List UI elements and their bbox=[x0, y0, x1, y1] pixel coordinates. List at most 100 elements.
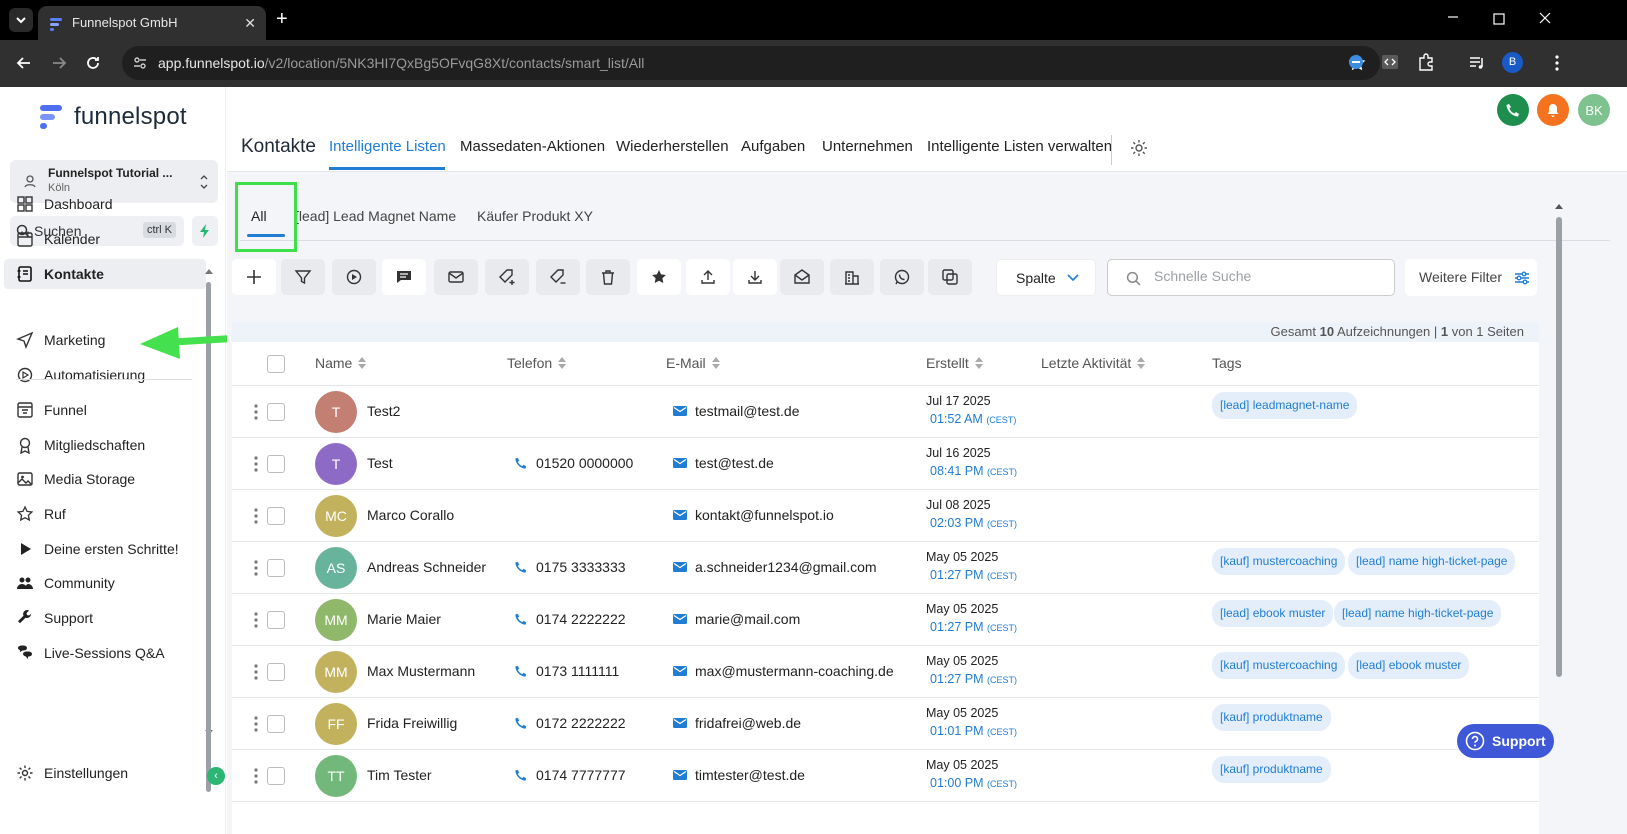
contact-email[interactable]: timtester@test.de bbox=[673, 767, 805, 783]
contact-name[interactable]: Max Mustermann bbox=[367, 663, 475, 679]
contact-name[interactable]: Tim Tester bbox=[367, 767, 432, 783]
table-row[interactable]: T Test2 testmail@test.de Jul 17 2025 01:52 A… bbox=[232, 386, 1539, 438]
sidebar-item-kalender[interactable]: Kalender bbox=[16, 224, 100, 254]
contact-phone[interactable]: 0174 2222222 bbox=[514, 611, 626, 627]
extension-code-icon[interactable] bbox=[1381, 53, 1399, 71]
row-checkbox[interactable] bbox=[267, 507, 285, 525]
column-header-name[interactable]: Name bbox=[315, 355, 367, 371]
smartlist-tab-kaeufer[interactable]: Käufer Produkt XY bbox=[477, 208, 593, 224]
sidebar-item-marketing[interactable]: Marketing bbox=[16, 325, 105, 355]
tag-chip[interactable]: [lead] ebook muster bbox=[1348, 652, 1470, 679]
export-button[interactable] bbox=[686, 259, 730, 295]
collapse-sidebar-button[interactable]: ‹ bbox=[207, 767, 225, 785]
contact-name[interactable]: Test2 bbox=[367, 403, 400, 419]
add-contact-button[interactable] bbox=[232, 259, 276, 295]
quick-search[interactable] bbox=[1107, 259, 1395, 296]
avatar[interactable]: MM bbox=[315, 599, 357, 641]
site-info-icon[interactable] bbox=[132, 55, 148, 71]
reload-icon[interactable] bbox=[83, 53, 103, 73]
column-select-button[interactable]: Spalte bbox=[996, 259, 1096, 296]
contact-phone[interactable]: 01520 0000000 bbox=[514, 455, 633, 471]
tag-chip[interactable]: [lead] leadmagnet-name bbox=[1212, 392, 1358, 419]
drag-handle-icon[interactable] bbox=[253, 611, 259, 629]
notifications-button[interactable] bbox=[1537, 94, 1569, 126]
tag-chip[interactable]: [kauf] mustercoaching bbox=[1212, 548, 1346, 575]
extensions-puzzle-icon[interactable] bbox=[1416, 52, 1436, 72]
tab-close-icon[interactable]: ✕ bbox=[244, 15, 256, 32]
tag-chip[interactable]: [lead] ebook muster bbox=[1212, 600, 1334, 627]
browser-tab[interactable]: Funnelspot GmbH ✕ bbox=[38, 6, 266, 40]
row-checkbox[interactable] bbox=[267, 767, 285, 785]
sidebar-item-funnel[interactable]: Funnel bbox=[16, 395, 87, 425]
table-row[interactable]: AS Andreas Schneider 0175 3333333 a.schneid… bbox=[232, 542, 1539, 594]
tab-aufgaben[interactable]: Aufgaben bbox=[741, 138, 805, 155]
table-row[interactable]: FF Frida Freiwillig 0172 2222222 fridafrei@… bbox=[232, 698, 1539, 750]
more-menu-icon[interactable] bbox=[1547, 53, 1567, 73]
user-avatar[interactable]: BK bbox=[1578, 94, 1610, 126]
add-tag-button[interactable] bbox=[485, 259, 529, 295]
drag-handle-icon[interactable] bbox=[253, 663, 259, 681]
column-header-letzte-aktivitaet[interactable]: Letzte Aktivität bbox=[1041, 355, 1146, 371]
more-filters-button[interactable]: Weitere Filter bbox=[1405, 259, 1537, 296]
profile-avatar[interactable]: B bbox=[1502, 52, 1523, 73]
sidebar-item-live-sessions-q-a[interactable]: Live-Sessions Q&A bbox=[16, 638, 165, 668]
sidebar-item-dashboard[interactable]: Dashboard bbox=[16, 189, 113, 219]
contact-phone[interactable]: 0172 2222222 bbox=[514, 715, 626, 731]
table-row[interactable]: MC Marco Corallo kontakt@funnelspot.io Jul … bbox=[232, 490, 1539, 542]
contact-email[interactable]: marie@mail.com bbox=[673, 611, 800, 627]
contact-name[interactable]: Frida Freiwillig bbox=[367, 715, 457, 731]
phone-button[interactable] bbox=[1497, 94, 1529, 126]
maximize-button[interactable] bbox=[1492, 12, 1506, 26]
contact-phone[interactable]: 0175 3333333 bbox=[514, 559, 626, 575]
row-checkbox[interactable] bbox=[267, 663, 285, 681]
drag-handle-icon[interactable] bbox=[253, 403, 259, 421]
company-button[interactable] bbox=[830, 259, 874, 295]
tag-chip[interactable]: [lead] name high-ticket-page bbox=[1334, 600, 1502, 627]
contact-email[interactable]: test@test.de bbox=[673, 455, 774, 471]
table-row[interactable]: T Test 01520 0000000 test@test.de Jul 16 202… bbox=[232, 438, 1539, 490]
row-checkbox[interactable] bbox=[267, 611, 285, 629]
sidebar-item-support[interactable]: Support bbox=[16, 603, 93, 633]
row-checkbox[interactable] bbox=[267, 455, 285, 473]
drag-handle-icon[interactable] bbox=[253, 767, 259, 785]
sidebar-item-media-storage[interactable]: Media Storage bbox=[16, 464, 135, 494]
media-control-icon[interactable] bbox=[1467, 53, 1487, 73]
review-request-button[interactable] bbox=[637, 259, 681, 295]
avatar[interactable]: FF bbox=[315, 703, 357, 745]
tag-chip[interactable]: [kauf] mustercoaching bbox=[1212, 652, 1346, 679]
contact-email[interactable]: max@mustermann-coaching.de bbox=[673, 663, 894, 679]
smartlist-tab-lead-magnet[interactable]: [lead] Lead Magnet Name bbox=[295, 208, 456, 224]
tab-massedaten-aktionen[interactable]: Massedaten-Aktionen bbox=[460, 138, 605, 155]
settings-gear-icon[interactable] bbox=[1129, 138, 1149, 158]
drag-handle-icon[interactable] bbox=[253, 455, 259, 473]
tag-chip[interactable]: [kauf] produktname bbox=[1212, 756, 1331, 783]
tag-chip[interactable]: [lead] name high-ticket-page bbox=[1348, 548, 1516, 575]
minimize-button[interactable] bbox=[1446, 10, 1460, 24]
avatar[interactable]: T bbox=[315, 391, 357, 433]
whatsapp-button[interactable] bbox=[880, 259, 924, 295]
row-checkbox[interactable] bbox=[267, 403, 285, 421]
avatar[interactable]: TT bbox=[315, 755, 357, 797]
remove-tag-button[interactable] bbox=[536, 259, 580, 295]
logo[interactable]: funnelspot bbox=[38, 103, 187, 131]
tab-search-button[interactable] bbox=[9, 8, 33, 32]
table-row[interactable]: MM Marie Maier 0174 2222222 marie@mail.com M… bbox=[232, 594, 1539, 646]
page-scroll-thumb[interactable] bbox=[1556, 217, 1562, 677]
table-row[interactable]: MM Max Mustermann 0173 1111111 max@musterma… bbox=[232, 646, 1539, 698]
avatar[interactable]: AS bbox=[315, 547, 357, 589]
avatar[interactable]: MM bbox=[315, 651, 357, 693]
filter-button[interactable] bbox=[281, 259, 325, 295]
tab-intelligente-listen-verwalten[interactable]: Intelligente Listen verwalten bbox=[927, 138, 1112, 155]
quick-search-input[interactable] bbox=[1154, 268, 1384, 284]
sidebar-item-kontakte[interactable]: Kontakte bbox=[4, 259, 206, 289]
window-close-button[interactable] bbox=[1538, 11, 1552, 25]
merge-button[interactable] bbox=[928, 259, 972, 295]
tag-chip[interactable]: [kauf] produktname bbox=[1212, 704, 1331, 731]
sidebar-item-community[interactable]: Community bbox=[16, 568, 115, 598]
sidebar-item-einstellungen[interactable]: Einstellungen bbox=[16, 758, 128, 788]
tab-wiederherstellen[interactable]: Wiederherstellen bbox=[616, 138, 729, 155]
automation-button[interactable] bbox=[332, 259, 376, 295]
contact-name[interactable]: Test bbox=[367, 455, 393, 471]
avatar[interactable]: T bbox=[315, 443, 357, 485]
email-button[interactable] bbox=[434, 259, 478, 295]
